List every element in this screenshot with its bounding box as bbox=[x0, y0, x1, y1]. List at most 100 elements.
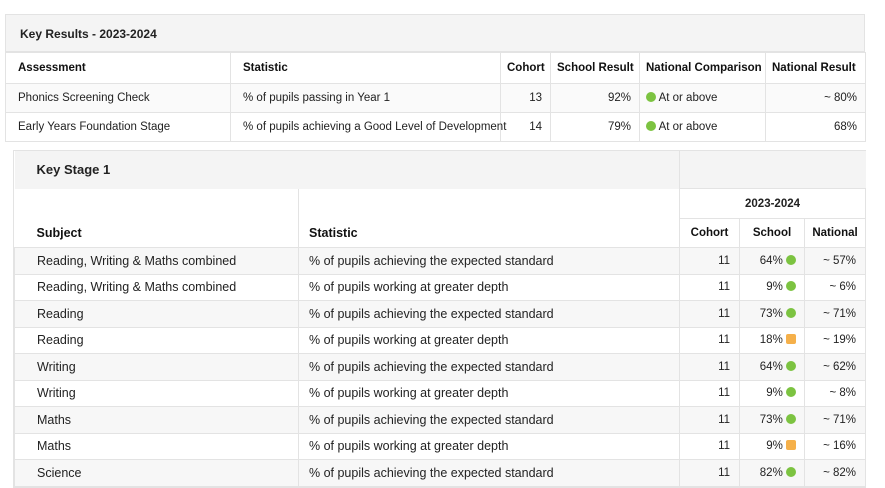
statistic-cell: % of pupils achieving the expected stand… bbox=[297, 406, 681, 434]
school-cell: 73% bbox=[739, 406, 806, 434]
school-cell: 9% bbox=[739, 273, 806, 301]
key-results-table: Key Results - 2023-2024 Assessment Stati… bbox=[5, 14, 866, 142]
assessment-cell: Phonics Screening Check bbox=[5, 83, 231, 113]
table-row: Reading % of pupils working at greater d… bbox=[14, 326, 867, 354]
year-header: 2023-2024 bbox=[679, 188, 867, 219]
school-value: 18% bbox=[759, 334, 783, 347]
header-cohort-ks1: Cohort bbox=[679, 218, 741, 248]
national-comparison-cell: At or above bbox=[639, 112, 766, 142]
header-national-comparison: National Comparison bbox=[639, 52, 766, 84]
green-status-icon bbox=[786, 466, 797, 477]
header-cohort: Cohort bbox=[500, 52, 551, 84]
subject-cell: Reading bbox=[14, 326, 299, 354]
cohort-cell: 14 bbox=[500, 112, 551, 142]
table-row: Reading, Writing & Maths combined % of p… bbox=[14, 273, 867, 301]
comparison-text: At or above bbox=[658, 121, 718, 133]
school-value: 9% bbox=[766, 281, 783, 294]
table-row: Writing % of pupils achieving the expect… bbox=[14, 353, 867, 381]
school-value: 73% bbox=[759, 307, 783, 320]
green-status-icon bbox=[786, 254, 797, 265]
cohort-cell: 11 bbox=[679, 459, 741, 487]
header-statistic-ks1: Statistic bbox=[309, 226, 358, 240]
national-cell: ~ 16% bbox=[804, 432, 867, 460]
school-value: 73% bbox=[759, 413, 783, 426]
school-cell: 82% bbox=[739, 459, 806, 487]
key-stage-1-table: Key Stage 1 Subject Statistic 2023-2024 … bbox=[13, 150, 867, 488]
key-results-title: Key Results - 2023-2024 bbox=[5, 14, 865, 52]
statistic-cell: % of pupils achieving the expected stand… bbox=[297, 353, 681, 381]
cohort-cell: 11 bbox=[679, 326, 741, 354]
school-result-cell: 79% bbox=[550, 112, 640, 142]
table-row: Writing % of pupils working at greater d… bbox=[14, 379, 867, 407]
amber-status-icon bbox=[786, 440, 797, 451]
assessment-cell: Early Years Foundation Stage bbox=[5, 112, 231, 142]
subject-cell: Reading, Writing & Maths combined bbox=[14, 273, 299, 301]
national-cell: ~ 19% bbox=[804, 326, 867, 354]
header-subject: Subject bbox=[36, 226, 82, 240]
cohort-cell: 11 bbox=[679, 273, 741, 301]
school-cell: 73% bbox=[739, 300, 806, 328]
national-cell: ~ 8% bbox=[804, 379, 867, 407]
comparison-text: At or above bbox=[658, 92, 718, 104]
green-status-icon bbox=[646, 92, 656, 102]
table-row: Early Years Foundation Stage % of pupils… bbox=[5, 112, 866, 142]
subject-cell: Maths bbox=[14, 406, 299, 434]
statistic-cell: % of pupils working at greater depth bbox=[297, 432, 681, 460]
national-cell: ~ 62% bbox=[804, 353, 867, 381]
green-status-icon bbox=[786, 307, 797, 318]
amber-status-icon bbox=[786, 334, 797, 345]
header-national-result: National Result bbox=[765, 52, 866, 84]
cohort-cell: 11 bbox=[679, 300, 741, 328]
table-row: Science % of pupils achieving the expect… bbox=[14, 459, 867, 487]
subject-cell: Science bbox=[14, 459, 299, 487]
table-row: Reading, Writing & Maths combined % of p… bbox=[14, 247, 867, 275]
statistic-cell: % of pupils achieving the expected stand… bbox=[297, 300, 681, 328]
school-value: 82% bbox=[759, 466, 783, 479]
national-cell: ~ 71% bbox=[804, 406, 867, 434]
green-status-icon bbox=[786, 360, 797, 371]
cohort-cell: 11 bbox=[679, 432, 741, 460]
school-cell: 64% bbox=[739, 353, 806, 381]
statistic-cell: % of pupils achieving the expected stand… bbox=[297, 459, 681, 487]
school-cell: 64% bbox=[739, 247, 806, 275]
header-school-result: School Result bbox=[550, 52, 640, 84]
statistic-cell: % of pupils passing in Year 1 bbox=[230, 83, 501, 113]
subject-cell: Writing bbox=[14, 379, 299, 407]
school-value: 64% bbox=[759, 254, 783, 267]
statistic-cell: % of pupils achieving a Good Level of De… bbox=[230, 112, 506, 142]
table-row: Reading % of pupils achieving the expect… bbox=[14, 300, 867, 328]
national-comparison-cell: At or above bbox=[639, 83, 766, 113]
national-result-cell: 68% bbox=[765, 112, 866, 142]
national-cell: ~ 57% bbox=[804, 247, 867, 275]
cohort-cell: 11 bbox=[679, 379, 741, 407]
cohort-cell: 11 bbox=[679, 247, 741, 275]
subject-cell: Reading bbox=[14, 300, 299, 328]
green-status-icon bbox=[786, 387, 797, 398]
school-cell: 9% bbox=[739, 432, 806, 460]
national-result-cell: ~ 80% bbox=[765, 83, 866, 113]
table-row: Maths % of pupils working at greater dep… bbox=[14, 432, 867, 460]
table-row: Maths % of pupils achieving the expected… bbox=[14, 406, 867, 434]
national-cell: ~ 71% bbox=[804, 300, 867, 328]
subject-cell: Reading, Writing & Maths combined bbox=[14, 247, 299, 275]
table-row: Phonics Screening Check % of pupils pass… bbox=[5, 83, 866, 113]
header-statistic: Statistic bbox=[230, 52, 501, 84]
header-assessment: Assessment bbox=[5, 52, 231, 84]
school-cell: 9% bbox=[739, 379, 806, 407]
national-cell: ~ 6% bbox=[804, 273, 867, 301]
subject-cell: Writing bbox=[14, 353, 299, 381]
header-national-ks1: National bbox=[804, 218, 867, 248]
key-stage-1-title: Key Stage 1 bbox=[14, 151, 680, 189]
national-cell: ~ 82% bbox=[804, 459, 867, 487]
cohort-cell: 13 bbox=[500, 83, 551, 113]
cohort-cell: 11 bbox=[679, 406, 741, 434]
header-school-ks1: School bbox=[739, 218, 806, 248]
green-status-icon bbox=[786, 413, 797, 424]
statistic-cell: % of pupils working at greater depth bbox=[297, 326, 681, 354]
statistic-cell: % of pupils working at greater depth bbox=[297, 273, 681, 301]
school-result-cell: 92% bbox=[550, 83, 640, 113]
statistic-cell: % of pupils achieving the expected stand… bbox=[297, 247, 681, 275]
school-value: 64% bbox=[759, 360, 783, 373]
subject-cell: Maths bbox=[14, 432, 299, 460]
school-cell: 18% bbox=[739, 326, 806, 354]
